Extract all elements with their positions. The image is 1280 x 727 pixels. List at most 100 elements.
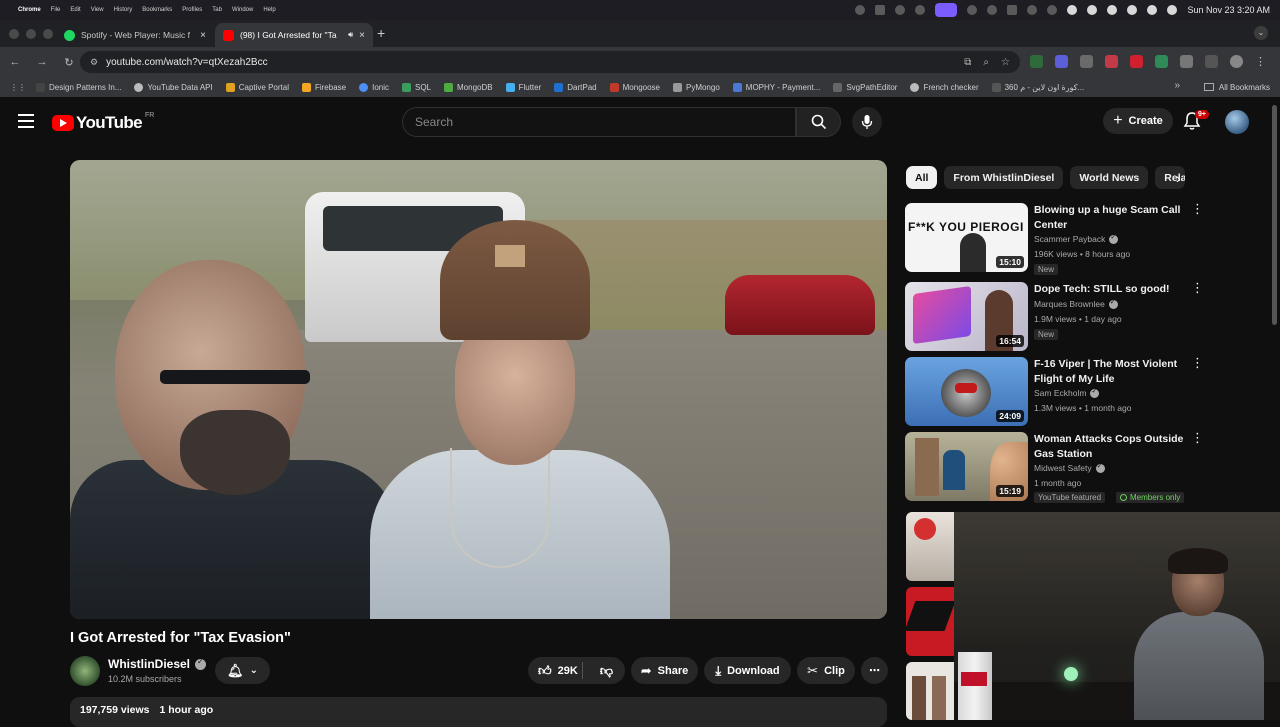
more-vertical-icon[interactable]: ⋮	[1191, 281, 1204, 294]
voice-search-button[interactable]	[852, 107, 882, 137]
extension-icon[interactable]	[1105, 55, 1118, 68]
chip-world-news[interactable]: World News	[1070, 166, 1149, 189]
tray-icon[interactable]	[855, 5, 866, 15]
menu-view[interactable]: View	[91, 7, 104, 13]
bookmark-item[interactable]: MOPHY - Payment...	[732, 82, 820, 92]
tray-icon[interactable]	[1007, 5, 1018, 15]
tab-search-icon[interactable]: ⌄	[1254, 26, 1268, 40]
profile-icon[interactable]	[1230, 55, 1243, 68]
battery-icon[interactable]	[1107, 5, 1118, 15]
play-icon[interactable]	[1087, 5, 1098, 15]
bookmark-item[interactable]: Firebase	[301, 82, 346, 92]
menu-bookmarks[interactable]: Bookmarks	[142, 7, 172, 13]
forward-icon[interactable]: →	[30, 56, 54, 68]
control-center-icon[interactable]	[1147, 5, 1158, 15]
bookmark-item[interactable]: 360 كورة اون لاين - م...	[991, 82, 1084, 92]
menu-help[interactable]: Help	[263, 7, 275, 13]
menu-kebab-icon[interactable]: ⋮	[1255, 55, 1268, 68]
video-thumbnail[interactable]: 24:09	[905, 357, 1028, 426]
more-vertical-icon[interactable]: ⋮	[1191, 202, 1204, 215]
more-actions-button[interactable]: ⋯	[861, 657, 888, 684]
tab-youtube[interactable]: (98) I Got Arrested for "Ta 🔊︎ ×	[215, 23, 373, 47]
more-vertical-icon[interactable]: ⋮	[1191, 431, 1204, 444]
tab-spotify[interactable]: Spotify - Web Player: Music f ×	[56, 23, 214, 47]
puzzle-icon[interactable]	[1180, 55, 1193, 68]
dislike-button[interactable]: 👎︎	[588, 657, 625, 684]
bookmark-item[interactable]: SvgPathEditor	[833, 82, 897, 92]
recommendation-thumbnail-partial[interactable]	[906, 512, 954, 581]
tray-icon[interactable]	[875, 5, 886, 15]
wifi-icon[interactable]	[1127, 5, 1138, 15]
recommendation-item[interactable]: 24:09 F-16 Viper | The Most Violent Flig…	[905, 356, 1265, 427]
reload-icon[interactable]: ↻	[57, 56, 81, 69]
bookmark-item[interactable]: DartPad	[554, 82, 597, 92]
extension-icon[interactable]	[1055, 55, 1068, 68]
recommendation-title[interactable]: F-16 Viper | The Most Violent Flight of …	[1034, 357, 1184, 386]
recommendation-title[interactable]: Woman Attacks Cops Outside Gas Station	[1034, 432, 1184, 461]
channel-name[interactable]: WhistlinDiesel	[108, 657, 207, 671]
chip-all[interactable]: All	[906, 166, 938, 189]
channel-avatar[interactable]	[70, 656, 100, 686]
menu-history[interactable]: History	[114, 7, 133, 13]
search-input[interactable]: Search	[402, 107, 796, 137]
close-window-icon[interactable]	[9, 29, 19, 39]
video-thumbnail[interactable]: 16:54	[905, 282, 1028, 351]
close-tab-icon[interactable]: ×	[200, 30, 206, 41]
chip-from-channel[interactable]: From WhistlinDiesel	[944, 166, 1064, 189]
minimize-window-icon[interactable]	[26, 29, 36, 39]
dark-mode-icon[interactable]	[1067, 5, 1078, 15]
recommendation-thumbnail-partial[interactable]	[906, 587, 954, 656]
share-button[interactable]: ➦ Share	[631, 657, 698, 684]
page-scrollbar[interactable]	[1272, 105, 1277, 325]
tray-icon[interactable]	[967, 5, 978, 15]
siri-icon[interactable]	[1167, 5, 1178, 15]
create-button[interactable]: + Create	[1103, 108, 1173, 134]
bookmark-item[interactable]: French checker	[910, 82, 979, 92]
extension-icon[interactable]	[1030, 55, 1043, 68]
video-player[interactable]	[70, 160, 887, 619]
bookmark-star-icon[interactable]: ☆	[1001, 57, 1010, 68]
bookmarks-overflow-icon[interactable]: »	[1174, 80, 1180, 91]
bookmark-item[interactable]: PyMongo	[672, 82, 720, 92]
menu-tab[interactable]: Tab	[212, 7, 222, 13]
apps-icon[interactable]: ⋮⋮	[10, 83, 26, 92]
bookmark-item[interactable]: MongoDB	[444, 82, 493, 92]
clip-button[interactable]: ✂ Clip	[797, 657, 855, 684]
bookmark-item[interactable]: Mongoose	[609, 82, 660, 92]
menu-edit[interactable]: Edit	[70, 7, 80, 13]
tray-icon[interactable]	[1047, 5, 1058, 15]
chevron-right-icon[interactable]: ›	[1176, 170, 1181, 186]
bookmark-item[interactable]: SQL	[402, 82, 431, 92]
recommendation-channel[interactable]: Midwest Safety	[1034, 462, 1105, 473]
search-button[interactable]	[796, 107, 841, 137]
bookmark-item[interactable]: YouTube Data API	[134, 82, 213, 92]
tray-icon[interactable]	[1027, 5, 1038, 15]
site-info-icon[interactable]: ⚙︎	[90, 57, 98, 68]
shield-icon[interactable]	[1080, 55, 1093, 68]
recommendation-thumbnail-partial[interactable]	[906, 662, 954, 720]
video-thumbnail[interactable]: 15:19	[905, 432, 1028, 501]
recommendation-channel[interactable]: Marques Brownlee	[1034, 298, 1118, 309]
account-avatar[interactable]	[1225, 110, 1249, 134]
close-tab-icon[interactable]: ×	[359, 30, 365, 41]
description-box[interactable]: 197,759 views 1 hour ago	[70, 697, 887, 727]
bookmark-item[interactable]: Captive Portal	[225, 82, 289, 92]
all-bookmarks[interactable]: All Bookmarks	[1203, 77, 1270, 97]
bookmark-item[interactable]: Ionic	[359, 82, 389, 92]
youtube-logo[interactable]: YouTube FR	[52, 112, 154, 133]
download-button[interactable]: ⤓ Download	[704, 657, 791, 684]
install-app-icon[interactable]: ⧉	[964, 57, 971, 68]
menu-file[interactable]: File	[51, 7, 61, 13]
recommendation-item[interactable]: 16:54 Dope Tech: STILL so good! Marques …	[905, 281, 1265, 352]
recommendation-channel[interactable]: Scammer Payback	[1034, 233, 1119, 244]
menubar-clock[interactable]: Sun Nov 23 3:20 AM	[1187, 5, 1270, 15]
hamburger-menu-icon[interactable]	[18, 114, 34, 132]
screen-record-icon[interactable]	[935, 3, 958, 17]
menu-app[interactable]: Chrome	[18, 7, 41, 13]
tray-icon[interactable]	[895, 5, 906, 15]
new-tab-icon[interactable]: +	[377, 25, 385, 41]
extension-icon[interactable]	[1130, 55, 1143, 68]
maximize-window-icon[interactable]	[43, 29, 53, 39]
menu-window[interactable]: Window	[232, 7, 253, 13]
tray-icon[interactable]	[915, 5, 926, 15]
